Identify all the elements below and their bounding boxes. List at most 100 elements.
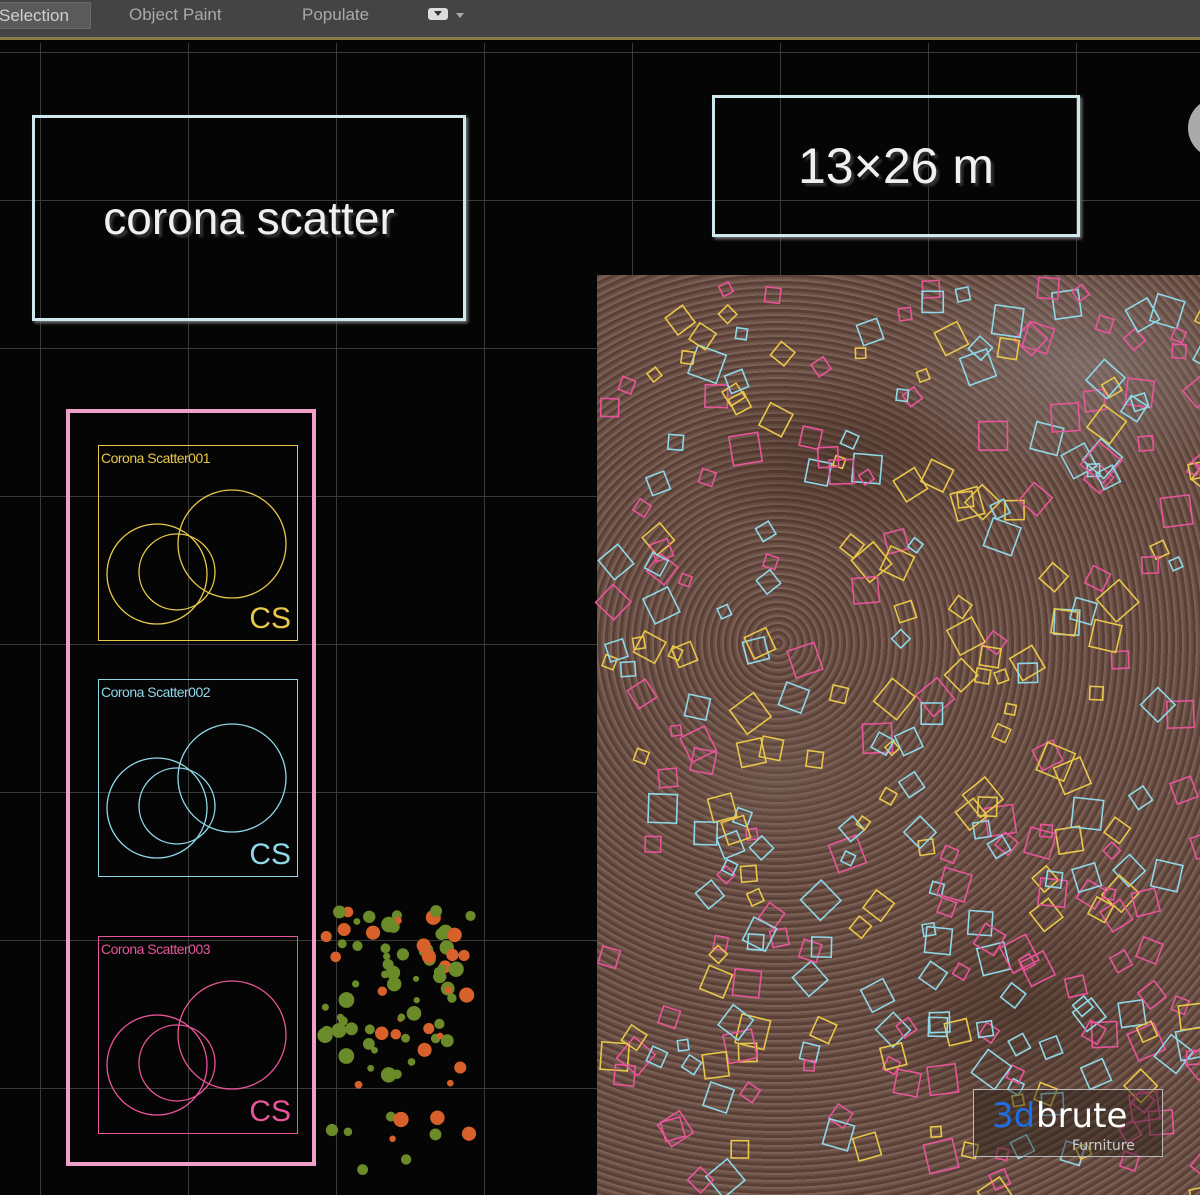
plant-leaf — [337, 922, 351, 937]
tab-selection[interactable]: Selection — [0, 2, 91, 29]
scatter-instance — [727, 390, 753, 416]
plant-leaf — [423, 1022, 435, 1035]
plant-leaf — [383, 952, 391, 961]
scatter-badge: CS — [249, 838, 291, 871]
scatter-instance — [1003, 702, 1018, 717]
scatter-instance — [597, 543, 635, 581]
chevron-down-icon[interactable] — [456, 13, 464, 22]
scatter-instance — [943, 657, 979, 693]
scatter-instance — [1108, 948, 1134, 974]
scatter-instance — [921, 921, 937, 938]
scatter-instance — [839, 849, 857, 867]
scatter-instance — [688, 321, 718, 352]
title-label-box[interactable]: corona scatter — [32, 115, 466, 321]
scatter-instance — [1102, 816, 1132, 845]
scatter-instance — [693, 820, 719, 846]
scatter-instance — [1110, 650, 1131, 670]
plant-leaf — [357, 1164, 369, 1176]
plant-leaf — [396, 948, 410, 961]
scatter-icon-001[interactable]: Corona Scatter001 CS — [98, 445, 298, 641]
scatter-instance — [647, 792, 679, 825]
scatter-instance — [926, 1062, 960, 1097]
scatter-instance — [939, 844, 960, 865]
scatter-instance — [1181, 375, 1200, 410]
scatter-instance — [1038, 561, 1070, 593]
plant-leaf — [461, 1126, 477, 1141]
scatter-icon-003[interactable]: Corona Scatter003 CS — [98, 936, 298, 1134]
scatter-instance — [1063, 974, 1089, 999]
plant-leaf — [352, 980, 360, 988]
display-dropdown-icon[interactable] — [428, 8, 448, 20]
plant-leaf — [330, 951, 341, 963]
watermark-prefix: 3d — [992, 1096, 1036, 1136]
scatter-instance — [851, 575, 881, 605]
scatter-instance — [923, 925, 954, 956]
scatter-instance — [717, 280, 735, 298]
scatter-instance — [1130, 886, 1162, 918]
scatter-name: Corona Scatter002 — [101, 684, 211, 700]
scatter-instance — [745, 887, 766, 907]
scatter-instance — [626, 678, 659, 710]
scatter-instance — [988, 1167, 1012, 1192]
plant-leaf — [446, 1079, 454, 1087]
plant-leaf — [397, 1013, 406, 1022]
scatter-instance — [716, 603, 733, 620]
scatter-instance — [1007, 1032, 1032, 1057]
scatter-instance — [641, 585, 681, 626]
scatter-instance — [1080, 1019, 1107, 1046]
plant-leaf — [393, 1111, 409, 1128]
scatter-instance — [641, 521, 676, 557]
scatter-instance — [798, 425, 824, 451]
plant-leaf — [389, 1135, 396, 1143]
scatter-instance — [929, 1125, 943, 1139]
tab-object-paint[interactable]: Object Paint — [129, 2, 222, 29]
scatter-instance — [1079, 1057, 1113, 1091]
scatter-instance — [657, 767, 679, 789]
scatter-instance — [839, 429, 860, 451]
scatter-instance — [666, 433, 685, 452]
scatter-instance — [701, 1050, 731, 1080]
tab-populate[interactable]: Populate — [302, 2, 369, 29]
scatter-instance — [757, 901, 786, 930]
plant-leaf — [353, 918, 361, 925]
scatter-instance — [970, 1048, 1013, 1091]
plant-leaf — [333, 905, 346, 919]
title-label: corona scatter — [103, 192, 395, 244]
plant-leaf — [436, 1032, 444, 1040]
scatter-instance — [754, 520, 778, 543]
scatter-instance — [1137, 434, 1155, 452]
scatter-instance — [828, 683, 850, 705]
plant-leaf — [446, 948, 459, 962]
scatter-instance — [854, 347, 867, 360]
scatter-instance — [730, 1139, 750, 1159]
scatter-instance — [632, 629, 667, 665]
scatter-instance — [669, 724, 683, 738]
scatter-instance — [757, 401, 795, 438]
scatter-instance — [697, 467, 718, 488]
scatter-instance — [720, 381, 747, 408]
scatter-instance — [708, 944, 729, 965]
plant-leaf — [437, 964, 447, 974]
scatter-instance — [915, 367, 931, 384]
top-viewport[interactable]: corona scatter 13×26 m Corona Scatter001… — [0, 43, 1200, 1195]
plant-leaf — [380, 1067, 397, 1083]
scatter-instance — [728, 691, 773, 736]
scatter-instance — [644, 470, 672, 497]
scatter-instance — [975, 1019, 995, 1039]
scatter-instance — [1193, 309, 1200, 328]
scatter-instance — [777, 681, 811, 715]
plant-leaf — [434, 1018, 445, 1030]
scatter-instance — [1188, 1184, 1200, 1195]
scatter-instance — [683, 693, 712, 722]
scatter-instance — [1036, 276, 1061, 301]
scatter-icon-002[interactable]: Corona Scatter002 CS — [98, 679, 298, 877]
size-label-box[interactable]: 13×26 m — [712, 95, 1080, 237]
scatter-instance — [677, 572, 694, 588]
plant-leaf — [345, 1022, 358, 1036]
scatter-instance — [727, 431, 764, 467]
scatter-instance — [945, 616, 987, 657]
scatter-instance — [1127, 784, 1154, 811]
scatter-name: Corona Scatter003 — [101, 941, 211, 957]
plant-leaf — [320, 931, 332, 943]
scatter-instance — [1177, 1002, 1200, 1031]
